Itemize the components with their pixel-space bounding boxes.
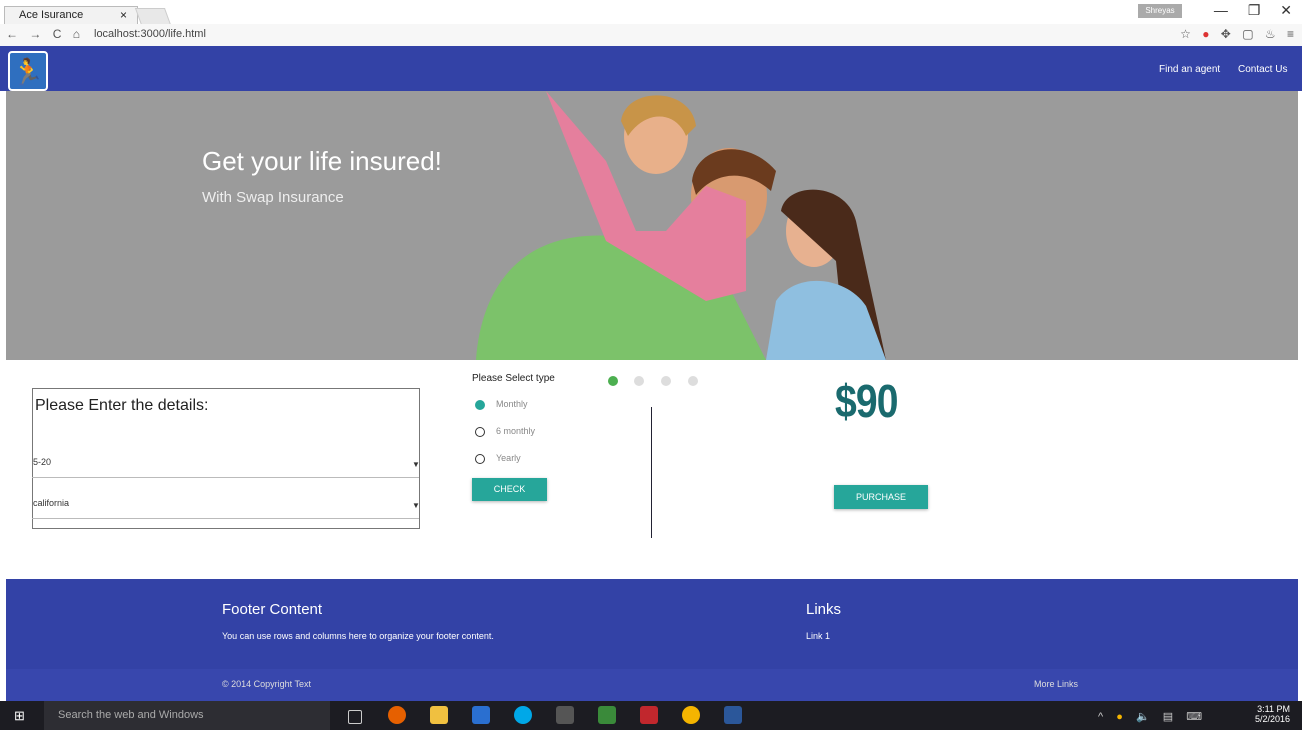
purchase-button[interactable]: PURCHASE xyxy=(834,485,928,509)
taskbar-search[interactable]: Search the web and Windows xyxy=(44,701,330,730)
back-icon[interactable]: ← xyxy=(6,27,18,41)
contact-us-link[interactable]: Contact Us xyxy=(1238,64,1287,75)
forward-icon[interactable]: → xyxy=(29,27,41,41)
clock[interactable]: 3:11 PM 5/2/2016 xyxy=(1240,704,1290,724)
age-select[interactable]: 5-20 xyxy=(33,457,51,467)
hero-title: Get your life insured! xyxy=(202,146,442,176)
chrome-icon[interactable] xyxy=(682,706,700,724)
url-field[interactable]: localhost:3000/life.html xyxy=(94,28,1164,42)
system-tray: ^ ● 🔈 ▤ ⌨ xyxy=(1098,710,1212,723)
carousel-dot-1[interactable] xyxy=(608,376,618,386)
runner-logo-icon[interactable]: 🏃 xyxy=(8,51,48,91)
word-icon[interactable] xyxy=(724,706,742,724)
tab-strip xyxy=(0,0,1302,24)
divider xyxy=(651,407,652,538)
footer-text: You can use rows and columns here to org… xyxy=(222,631,494,641)
close-icon[interactable]: ✕ xyxy=(1280,2,1292,18)
copyright-text: © 2014 Copyright Text xyxy=(222,679,312,689)
carousel-dot-3[interactable] xyxy=(661,376,671,386)
state-select[interactable]: california xyxy=(33,498,69,508)
restore-icon[interactable]: ❐ xyxy=(1248,2,1261,18)
radio-6-monthly[interactable] xyxy=(475,427,485,437)
radio-yearly-label[interactable]: Yearly xyxy=(496,453,521,463)
menu-icon[interactable]: ≡ xyxy=(1287,27,1294,41)
notification-icon[interactable]: ▤ xyxy=(1163,711,1173,723)
radio-monthly-label[interactable]: Monthly xyxy=(496,399,528,409)
adblock-icon[interactable]: ● xyxy=(1202,27,1209,41)
price-value: $90 xyxy=(835,375,899,427)
clock-time: 3:11 PM xyxy=(1257,704,1290,714)
filezilla-icon[interactable] xyxy=(640,706,658,724)
extensions: ☆ ● ✥ ▢ ♨ ≡ xyxy=(1172,27,1294,41)
carousel-dot-2[interactable] xyxy=(634,376,644,386)
top-navbar xyxy=(0,46,1302,91)
virtualbox-icon[interactable] xyxy=(556,706,574,724)
tab-title: Ace Isurance xyxy=(19,9,84,21)
radio-6-monthly-label[interactable]: 6 monthly xyxy=(496,426,535,436)
extension-icon[interactable]: ▢ xyxy=(1242,27,1253,41)
more-links-link[interactable]: More Links xyxy=(1034,679,1078,689)
age-select-underline xyxy=(32,477,419,478)
puzzle-icon[interactable]: ✥ xyxy=(1221,27,1231,41)
new-tab-button[interactable] xyxy=(134,8,172,25)
window-controls: — ❐ ✕ xyxy=(1198,2,1292,19)
footer-link-1[interactable]: Link 1 xyxy=(806,631,830,641)
check-button[interactable]: CHECK xyxy=(472,478,547,501)
java-icon[interactable]: ♨ xyxy=(1265,27,1276,41)
reload-icon[interactable]: C xyxy=(53,27,62,41)
profile-chip[interactable]: Shreyas xyxy=(1138,4,1182,18)
skype-icon[interactable] xyxy=(514,706,532,724)
radio-yearly[interactable] xyxy=(475,454,485,464)
file-explorer-icon[interactable] xyxy=(430,706,448,724)
footer-copyright-bar xyxy=(6,669,1298,701)
minimize-icon[interactable]: — xyxy=(1214,2,1228,18)
find-agent-link[interactable]: Find an agent xyxy=(1159,64,1220,75)
store-icon[interactable] xyxy=(472,706,490,724)
select-type-label: Please Select type xyxy=(472,373,555,384)
carousel-dot-4[interactable] xyxy=(688,376,698,386)
age-select-caret-icon[interactable]: ▼ xyxy=(412,460,420,469)
home-icon[interactable]: ⌂ xyxy=(73,27,80,41)
volume-icon[interactable]: 🔈 xyxy=(1136,711,1150,723)
form-title: Please Enter the details: xyxy=(35,397,209,414)
task-view-icon[interactable] xyxy=(348,710,362,724)
state-select-caret-icon[interactable]: ▼ xyxy=(412,501,420,510)
keyboard-icon[interactable]: ⌨ xyxy=(1186,711,1202,723)
tab-close-icon[interactable]: × xyxy=(120,8,127,22)
hero-subtitle: With Swap Insurance xyxy=(202,189,344,206)
hero-banner xyxy=(6,91,1298,360)
family-photo xyxy=(476,91,886,360)
state-select-underline xyxy=(32,518,419,519)
tray-chevron-icon[interactable]: ^ xyxy=(1098,711,1103,723)
footer-title: Footer Content xyxy=(222,601,323,618)
radio-monthly[interactable] xyxy=(475,400,485,410)
firefox-icon[interactable] xyxy=(388,706,406,724)
links-title: Links xyxy=(806,601,842,618)
star-icon[interactable]: ☆ xyxy=(1180,27,1191,41)
browser-nav: ← → C ⌂ xyxy=(6,27,88,41)
tray-app-icon[interactable]: ● xyxy=(1116,711,1123,723)
clock-date: 5/2/2016 xyxy=(1254,714,1290,724)
browser-tab[interactable]: Ace Isurance × xyxy=(4,6,138,25)
windows-start-icon[interactable]: ⊞ xyxy=(14,708,25,724)
network-icon[interactable] xyxy=(598,706,616,724)
